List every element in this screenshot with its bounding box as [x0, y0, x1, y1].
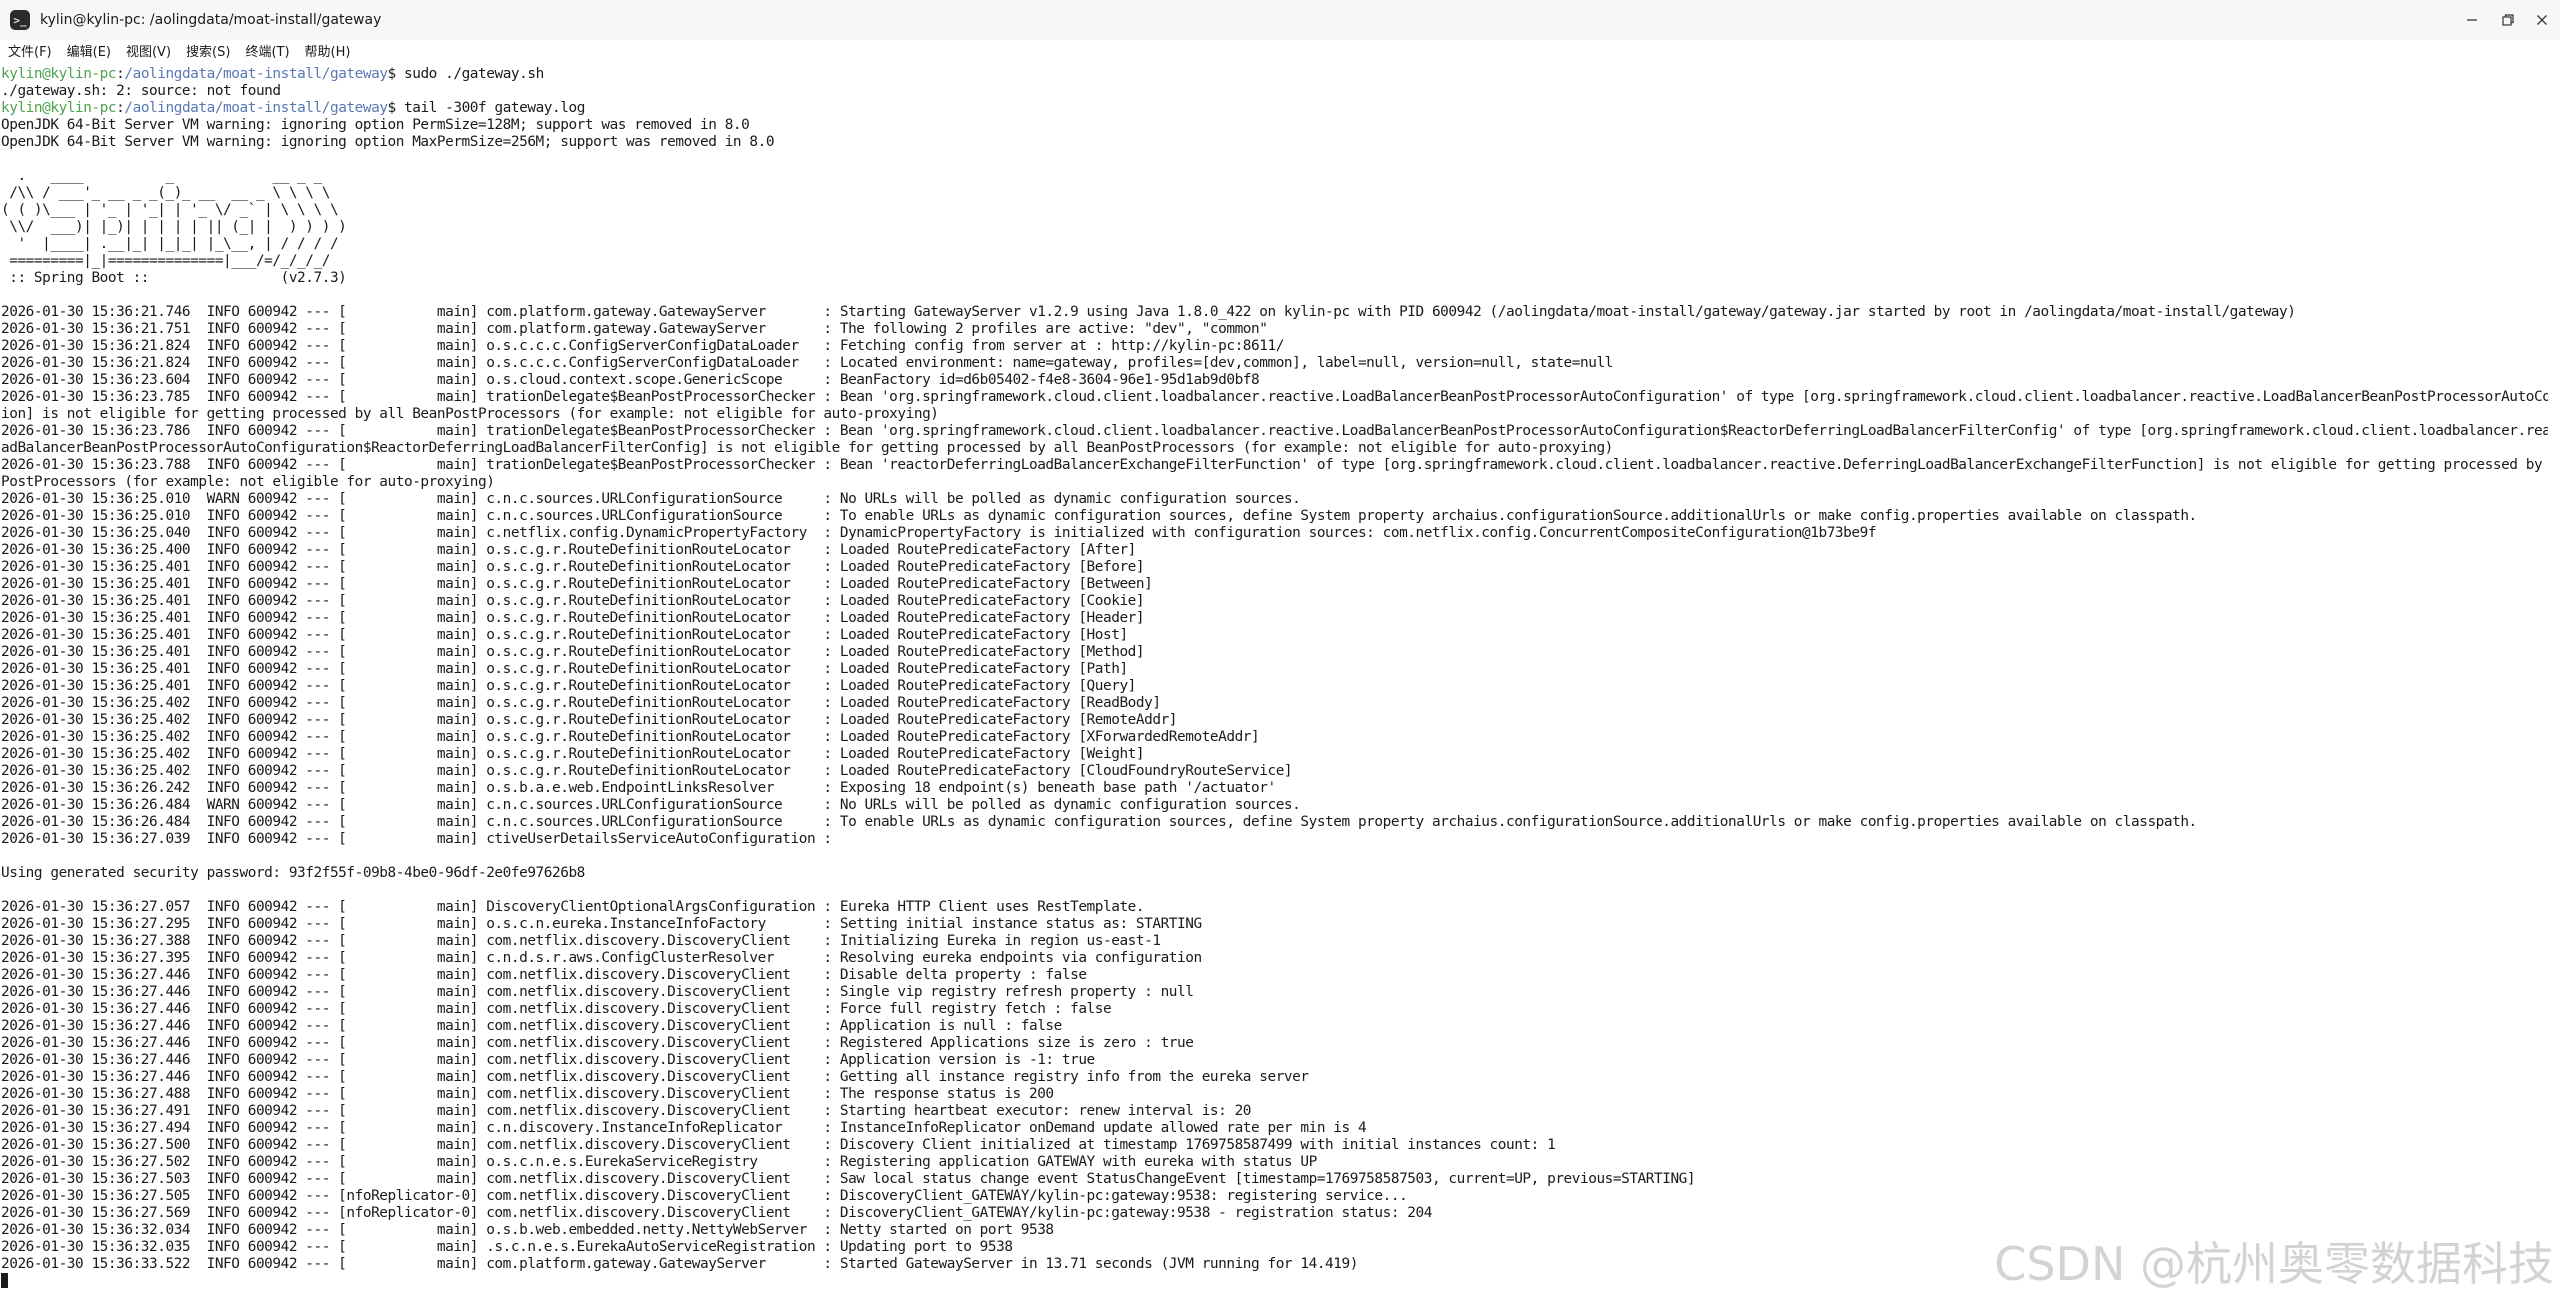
terminal-app-icon: >_: [10, 10, 30, 30]
menu-file[interactable]: 文件(F): [0, 40, 59, 66]
restore-icon[interactable]: [2494, 6, 2522, 34]
terminal-cursor: [1, 1273, 8, 1288]
window-title: kylin@kylin-pc: /aolingdata/moat-install…: [40, 12, 382, 28]
minimize-icon[interactable]: [2458, 6, 2486, 34]
terminal-scrollbar[interactable]: [2552, 66, 2560, 1306]
menu-terminal[interactable]: 终端(T): [237, 40, 296, 66]
prompt-user-host: kylin@kylin-pc: [1, 66, 117, 82]
log-output: OpenJDK 64-Bit Server VM warning: ignori…: [1, 117, 2548, 1272]
prompt-path: /aolingdata/moat-install/gateway: [124, 100, 388, 116]
window-titlebar[interactable]: >_ kylin@kylin-pc: /aolingdata/moat-inst…: [0, 0, 2560, 40]
close-icon[interactable]: [2528, 6, 2556, 34]
menu-search[interactable]: 搜索(S): [178, 40, 237, 66]
prompt-symbol: $: [387, 100, 397, 116]
command-line-2: tail -300f gateway.log: [395, 100, 585, 116]
menu-help[interactable]: 帮助(H): [297, 40, 358, 66]
menu-view[interactable]: 视图(V): [118, 40, 178, 66]
terminal-text: kylin@kylin-pc:/aolingdata/moat-install/…: [0, 66, 2548, 1290]
prompt-path: /aolingdata/moat-install/gateway: [124, 66, 388, 82]
command-output-1: ./gateway.sh: 2: source: not found: [1, 83, 281, 99]
menu-bar: 文件(F) 编辑(E) 视图(V) 搜索(S) 终端(T) 帮助(H): [0, 40, 2560, 66]
menu-edit[interactable]: 编辑(E): [59, 40, 118, 66]
command-line-1: sudo ./gateway.sh: [395, 66, 544, 82]
prompt-user-host: kylin@kylin-pc: [1, 100, 117, 116]
terminal-output[interactable]: kylin@kylin-pc:/aolingdata/moat-install/…: [0, 66, 2548, 1306]
watermark: CSDN @杭州奥零数据科技: [1994, 1237, 2554, 1291]
prompt-symbol: $: [387, 66, 397, 82]
